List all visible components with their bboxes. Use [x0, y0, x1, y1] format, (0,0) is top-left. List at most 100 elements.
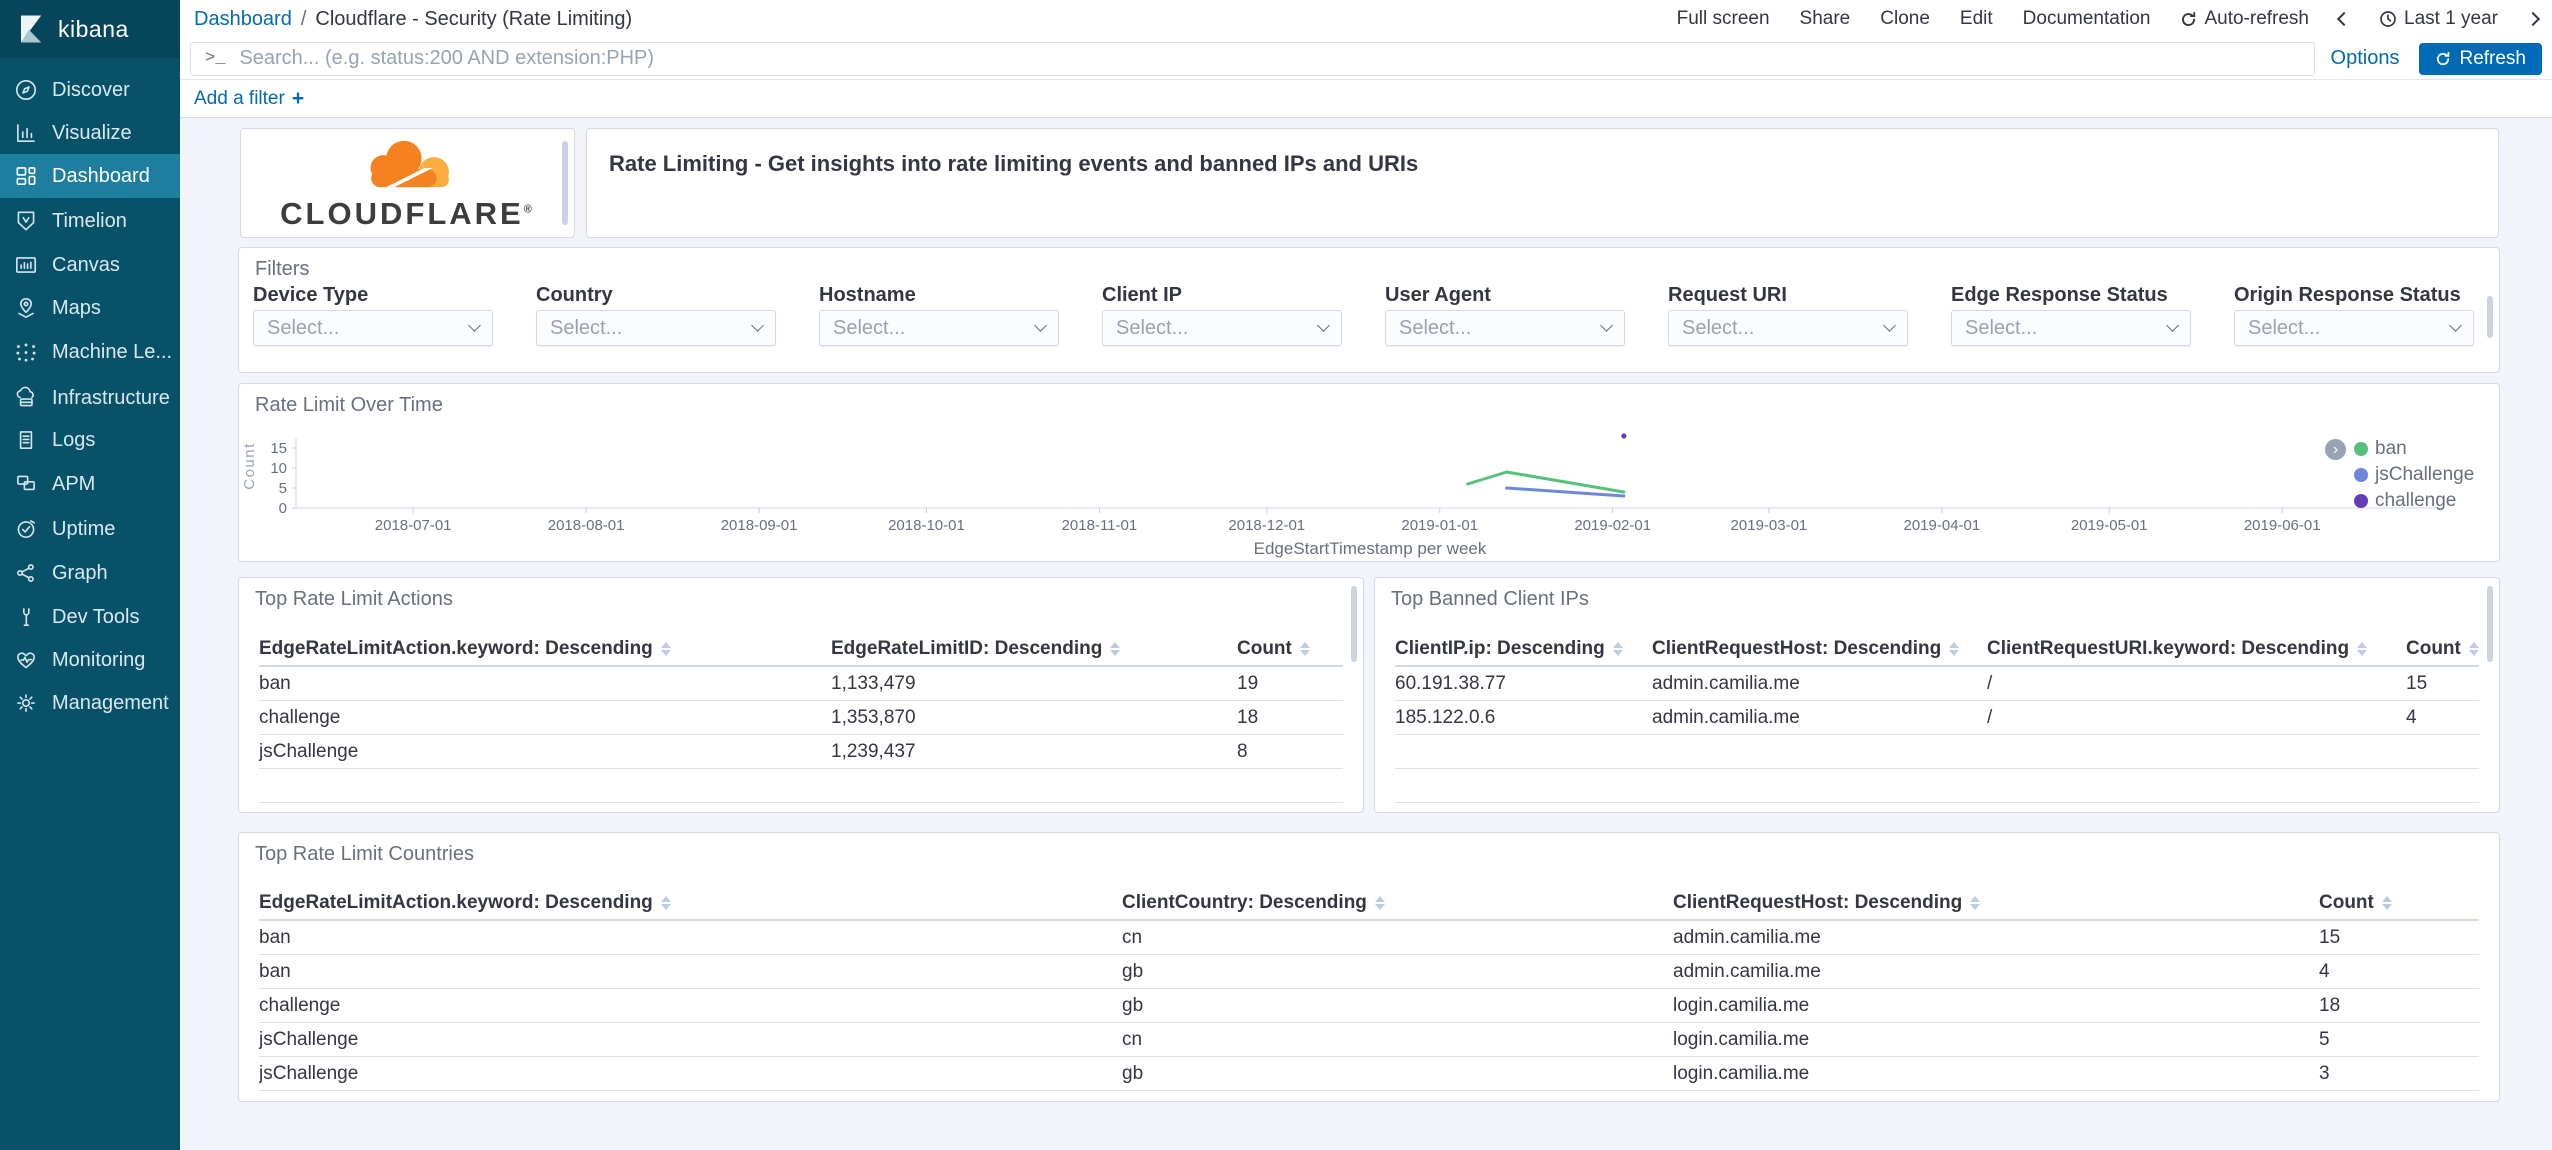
x-tick-label: 2018-10-01: [888, 517, 965, 534]
select-placeholder: Select...: [1682, 316, 1755, 339]
sort-icon: [2468, 642, 2479, 656]
filter-select-hostname[interactable]: Select...: [819, 310, 1059, 346]
x-tick-label: 2019-04-01: [1904, 517, 1981, 534]
column-header[interactable]: EdgeRateLimitAction.keyword: Descending: [259, 892, 1122, 914]
sidebar-item-dashboard[interactable]: Dashboard: [0, 154, 180, 198]
column-header[interactable]: ClientCountry: Descending: [1122, 892, 1673, 914]
filter-select-origin-response-status[interactable]: Select...: [2234, 310, 2474, 346]
top-rate-limit-countries-panel: Top Rate Limit Countries EdgeRateLimitAc…: [238, 832, 2500, 1102]
table-header-row: ClientIP.ip: Descending ClientRequestHos…: [1395, 633, 2479, 667]
logo-panel-scrollbar[interactable]: [562, 141, 568, 225]
sidebar-item-visualize[interactable]: Visualize: [0, 111, 180, 155]
cloudflare-logo: CLOUDFLARE®: [241, 135, 574, 232]
breadcrumb-dashboard-link[interactable]: Dashboard: [194, 8, 292, 31]
column-header[interactable]: ClientRequestHost: Descending: [1652, 638, 1987, 660]
sidebar-item-canvas[interactable]: Canvas: [0, 243, 180, 287]
sidebar-item-dev-tools[interactable]: Dev Tools: [0, 595, 180, 639]
filter-select-user-agent[interactable]: Select...: [1385, 310, 1625, 346]
wrench-icon: [13, 604, 39, 630]
time-forward-button[interactable]: [2525, 11, 2541, 27]
sort-icon: [660, 642, 671, 656]
banner-text: Rate Limiting - Get insights into rate l…: [609, 151, 1419, 176]
compass-icon: [13, 77, 39, 103]
legend-dot-icon: [2354, 494, 2368, 508]
legend-label: challenge: [2375, 490, 2457, 511]
rate-limit-line-chart[interactable]: 0 5 10 15 2018-07-01 2018-08-01 2018-09-01 2018…: [239, 384, 2499, 561]
heartbeat-icon: [13, 647, 39, 673]
refresh-button[interactable]: Refresh: [2419, 42, 2542, 75]
column-header[interactable]: Count: [1237, 638, 1343, 660]
column-header[interactable]: EdgeRateLimitAction.keyword: Descending: [259, 638, 831, 660]
column-header[interactable]: Count: [2406, 638, 2479, 660]
legend-item-ban[interactable]: ban: [2354, 438, 2474, 459]
column-header[interactable]: ClientIP.ip: Descending: [1395, 638, 1652, 660]
dashboard-menu: Full screen Share Clone Edit Documentati…: [1677, 8, 2541, 30]
options-link[interactable]: Options: [2331, 47, 2400, 70]
documentation-link[interactable]: Documentation: [2023, 8, 2151, 30]
time-range-picker[interactable]: Last 1 year: [2379, 8, 2498, 30]
filter-select-country[interactable]: Select...: [536, 310, 776, 346]
legend-item-challenge[interactable]: challenge: [2354, 490, 2474, 511]
column-header[interactable]: ClientRequestHost: Descending: [1673, 892, 2319, 914]
sidebar-item-label: Monitoring: [52, 648, 146, 671]
full-screen-button[interactable]: Full screen: [1677, 8, 1770, 30]
sidebar-item-label: Uptime: [52, 517, 116, 540]
share-button[interactable]: Share: [1800, 8, 1851, 30]
chevron-down-icon: [1034, 319, 1047, 332]
x-tick-label: 2018-12-01: [1228, 517, 1305, 534]
column-header[interactable]: EdgeRateLimitID: Descending: [831, 638, 1237, 660]
sidebar-item-infrastructure[interactable]: Infrastructure: [0, 376, 180, 420]
top-rate-limit-actions-panel: Top Rate Limit Actions EdgeRateLimitActi…: [238, 577, 1364, 813]
sidebar-item-apm[interactable]: APM: [0, 462, 180, 506]
filter-select-request-uri[interactable]: Select...: [1668, 310, 1908, 346]
add-filter-button[interactable]: Add a filter +: [194, 87, 304, 111]
filter-select-client-ip[interactable]: Select...: [1102, 310, 1342, 346]
table-header-row: EdgeRateLimitAction.keyword: Descending …: [259, 633, 1343, 667]
sidebar-item-monitoring[interactable]: Monitoring: [0, 638, 180, 682]
chevron-down-icon: [468, 319, 481, 332]
select-placeholder: Select...: [833, 316, 906, 339]
table-panel-scrollbar[interactable]: [2487, 586, 2493, 662]
filter-field-label: Edge Response Status: [1951, 284, 2168, 306]
filter-select-edge-response-status[interactable]: Select...: [1951, 310, 2191, 346]
sort-icon: [1612, 642, 1623, 656]
column-header[interactable]: ClientRequestURI.keyword: Descending: [1987, 638, 2406, 660]
sidebar-item-maps[interactable]: Maps: [0, 286, 180, 330]
time-back-button[interactable]: [2336, 11, 2352, 27]
filters-panel-scrollbar[interactable]: [2487, 296, 2493, 338]
filter-field-label: Origin Response Status: [2234, 284, 2461, 306]
sort-icon: [1970, 896, 1981, 910]
panel-title: Rate Limit Over Time: [255, 394, 443, 416]
breadcrumb-separator: /: [300, 7, 307, 30]
legend-item-jsChallenge[interactable]: jsChallenge: [2354, 464, 2474, 485]
column-header[interactable]: Count: [2319, 892, 2479, 914]
table-row-empty: [1395, 735, 2479, 769]
cloudflare-logo-panel: CLOUDFLARE®: [240, 128, 575, 238]
search-input[interactable]: [239, 47, 2300, 70]
legend-dot-icon: [2354, 468, 2368, 482]
sidebar-item-timelion[interactable]: Timelion: [0, 199, 180, 243]
kibana-logo[interactable]: kibana: [0, 0, 180, 58]
top-bar: Dashboard / Cloudflare - Security (Rate …: [180, 0, 2552, 118]
sidebar-item-uptime[interactable]: Uptime: [0, 507, 180, 551]
legend-toggle-icon[interactable]: ›: [2325, 439, 2346, 460]
select-placeholder: Select...: [1399, 316, 1472, 339]
sidebar-item-machine-learning[interactable]: Machine Le...: [0, 330, 180, 374]
sidebar-item-management[interactable]: Management: [0, 681, 180, 725]
auto-refresh-button[interactable]: Auto-refresh: [2180, 8, 2309, 30]
clock-icon: [2379, 10, 2397, 28]
sidebar-item-graph[interactable]: Graph: [0, 551, 180, 595]
clone-button[interactable]: Clone: [1880, 8, 1930, 30]
edit-button[interactable]: Edit: [1960, 8, 1993, 30]
query-bar: >_ Options Refresh: [180, 38, 2552, 80]
table-panel-scrollbar[interactable]: [1351, 586, 1357, 662]
canvas-frame-icon: [13, 252, 39, 278]
search-box[interactable]: >_: [190, 41, 2315, 76]
filter-select-device-type[interactable]: Select...: [253, 310, 493, 346]
sidebar-item-logs[interactable]: Logs: [0, 418, 180, 462]
sidebar-item-label: Logs: [52, 428, 96, 451]
kibana-logo-text: kibana: [58, 15, 129, 42]
rate-limit-chart-panel: Rate Limit Over Time 0 5 10 15 2018-07-01 201…: [238, 383, 2500, 562]
dashboard-grid-icon: [13, 163, 39, 189]
sidebar-item-discover[interactable]: Discover: [0, 68, 180, 112]
